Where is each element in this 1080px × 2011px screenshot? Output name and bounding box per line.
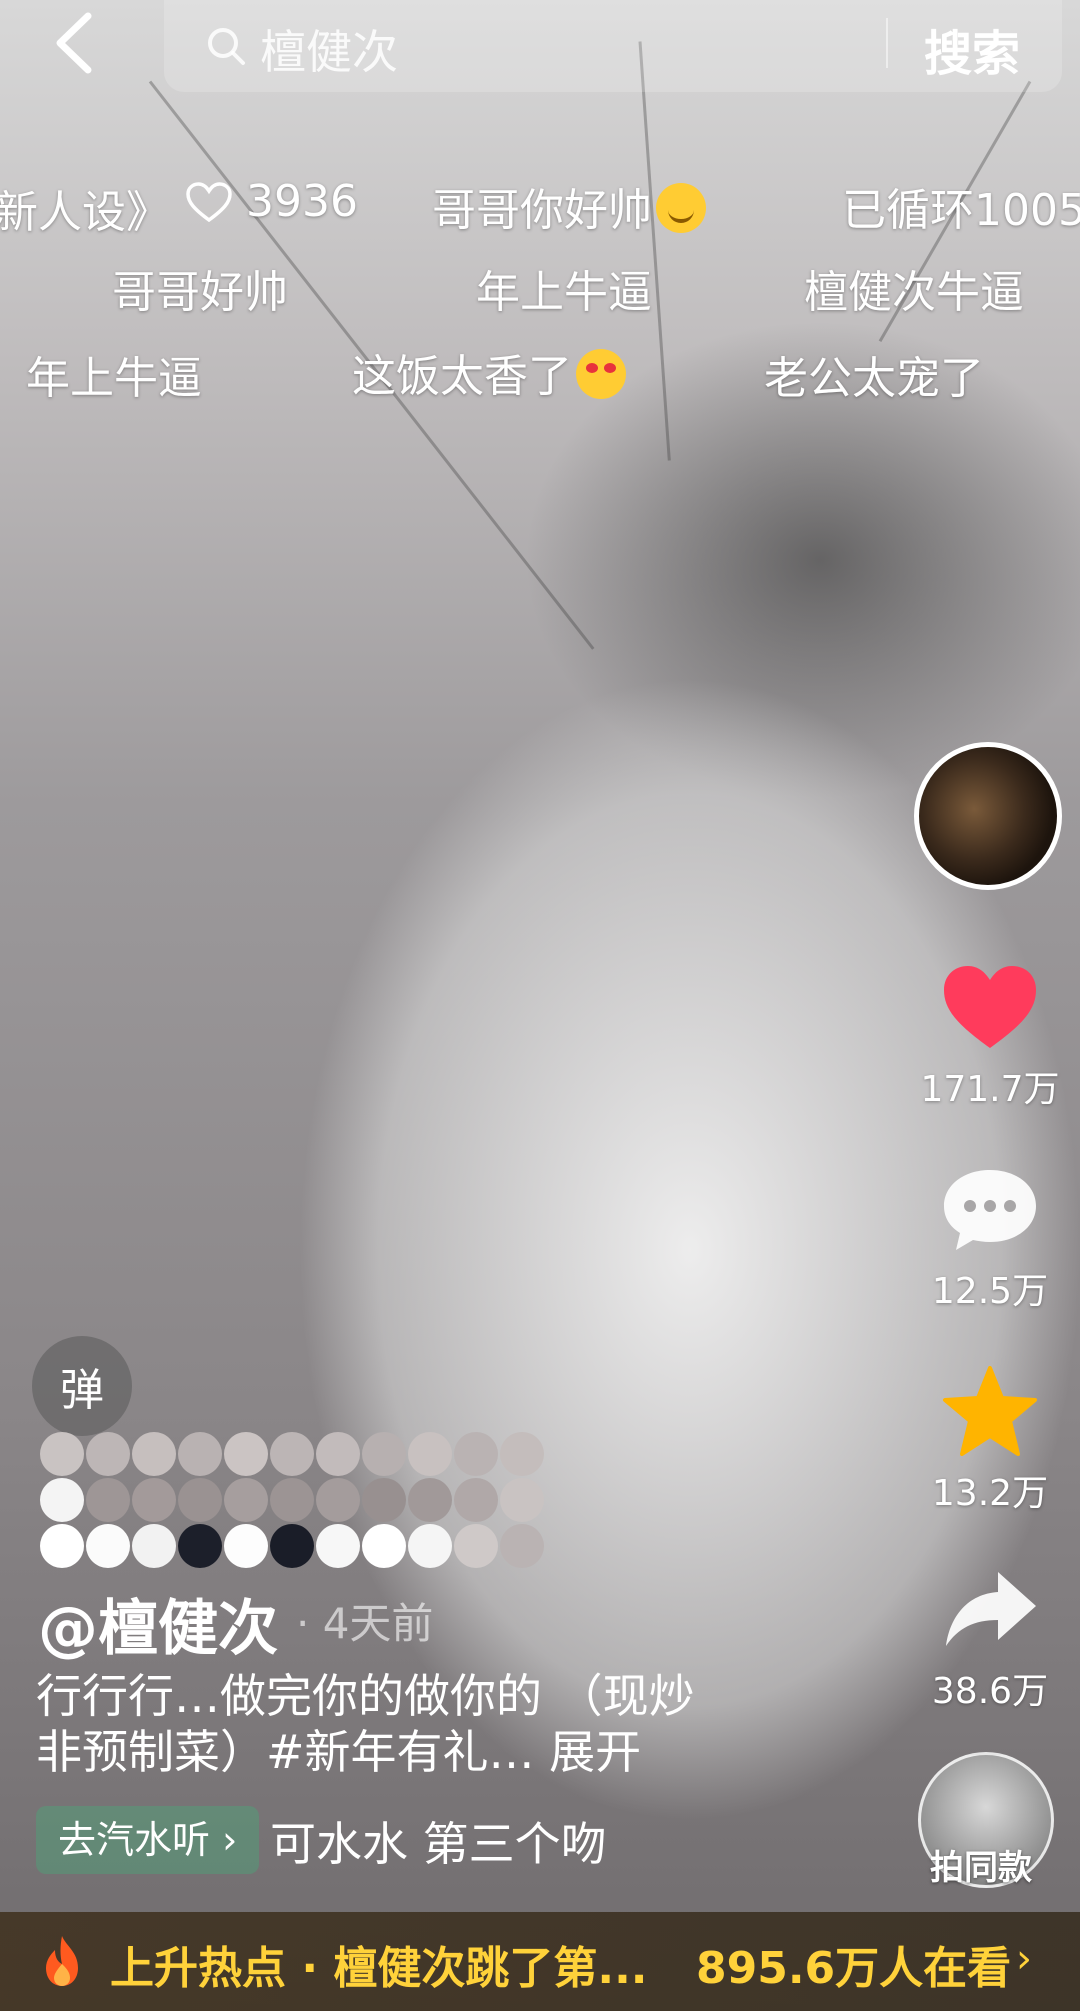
flame-icon [46, 1936, 78, 1986]
danmaku-item: 年上牛逼 [26, 353, 202, 404]
danmaku-like-value: 3936 [246, 176, 358, 227]
search-bar[interactable]: 檀健次 搜索 [164, 0, 1062, 92]
danmaku-toggle-label: 弹 [60, 1365, 104, 1416]
danmaku-item: 哥哥你好帅 [432, 174, 706, 238]
search-input[interactable]: 檀健次 [260, 16, 398, 82]
search-divider [886, 18, 888, 68]
star-icon [943, 1366, 1037, 1456]
heart-outline-icon [186, 182, 232, 223]
trending-bar[interactable]: 上升热点 · 檀健次跳了第... 895.6万人在看 › [0, 1912, 1080, 2011]
favorite-count: 13.2万 [931, 1473, 1049, 1514]
chevron-left-icon [56, 12, 92, 74]
danmaku-like-count: 3936 [186, 176, 358, 227]
back-button[interactable] [44, 8, 114, 78]
share-count: 38.6万 [931, 1671, 1049, 1712]
danmaku-item: 已循环1005 [842, 185, 1080, 236]
trending-topic[interactable]: 上升热点 · 檀健次跳了第... [110, 1932, 648, 1996]
danmaku-item: 年上牛逼 [476, 267, 652, 318]
comment-count: 12.5万 [931, 1271, 1049, 1312]
comment-button[interactable]: 12.5万 [912, 1164, 1068, 1314]
comment-bubble-icon [944, 1170, 1036, 1250]
danmaku-item: 檀健次牛逼 [804, 267, 1024, 318]
author-name[interactable]: @檀健次 [38, 1580, 278, 1667]
share-button[interactable]: 38.6万 [912, 1564, 1068, 1714]
author-avatar[interactable] [914, 742, 1062, 890]
heart-eyes-emoji-icon [576, 349, 626, 399]
music-app-button[interactable]: 去汽水听 › [36, 1806, 260, 1874]
danmaku-item: 新人设》 [0, 187, 170, 238]
search-button[interactable]: 搜索 [924, 14, 1020, 84]
danmaku-item: 哥哥好帅 [112, 267, 288, 318]
danmaku-item: 老公太宠了 [764, 353, 984, 404]
share-arrow-icon [946, 1572, 1036, 1646]
danmaku-item: 这饭太香了 [352, 340, 626, 404]
video-description-line2[interactable]: 非预制菜）#新年有礼… 展开 [36, 1720, 776, 1784]
like-button[interactable]: 171.7万 [912, 962, 1068, 1112]
music-title[interactable]: 可水水 第三个吻 [270, 1808, 670, 1874]
pixelated-sticker [40, 1432, 580, 1572]
danmaku-toggle-button[interactable]: 弹 [32, 1336, 132, 1436]
heart-icon [944, 966, 1036, 1048]
same-style-label[interactable]: 拍同款 [930, 1840, 1032, 1889]
video-description-line1: 行行行…做完你的做你的 （现炒 [36, 1669, 695, 1723]
chevron-right-icon: › [1016, 1936, 1032, 1982]
viewer-count: 895.6万人在看 [696, 1943, 1012, 1994]
relieved-face-icon [656, 183, 706, 233]
post-time: · 4天前 [296, 1599, 434, 1648]
search-icon [208, 28, 245, 65]
favorite-button[interactable]: 13.2万 [912, 1366, 1068, 1516]
like-count: 171.7万 [920, 1069, 1060, 1110]
